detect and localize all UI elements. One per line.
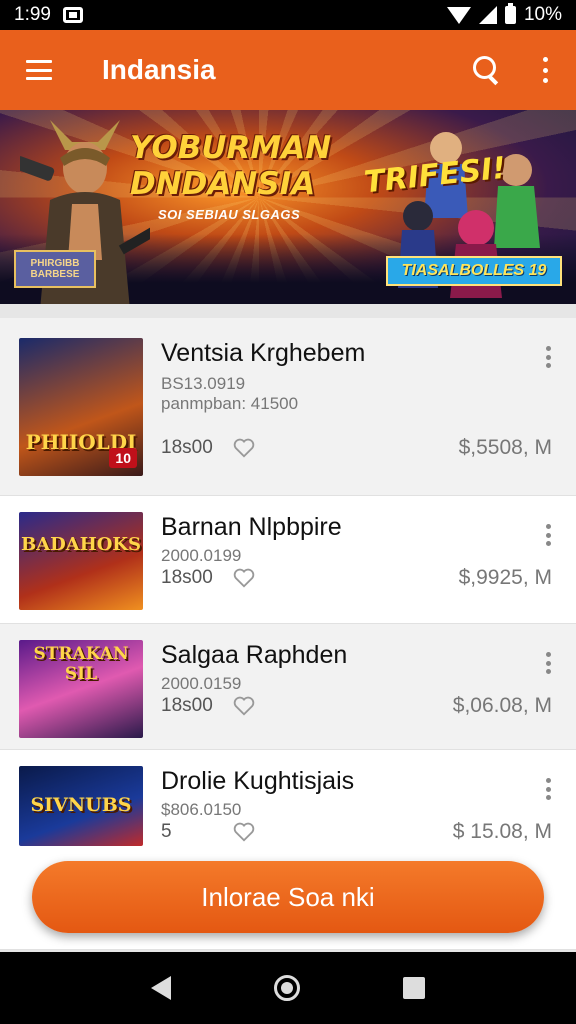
thumbnail-title: BADAHOKS — [20, 534, 142, 555]
item-footer: 18s00 $,9925, M — [161, 566, 552, 590]
item-name: Drolie Kughtisjais — [161, 767, 355, 795]
item-meta-line2: panmpban: 41500 — [161, 394, 299, 413]
heart-icon[interactable] — [233, 437, 255, 459]
item-meta: 2000.0199 — [161, 546, 576, 566]
item-footer: 18s00 $,5508, M — [161, 436, 552, 460]
app-bar: Indansia — [0, 30, 576, 110]
item-name: Ventsia Krghebem — [161, 339, 366, 367]
item-count: 18s00 — [161, 695, 213, 716]
menu-icon[interactable] — [26, 60, 52, 80]
signal-icon — [478, 6, 497, 24]
app-notification-icon — [62, 7, 83, 23]
list-item[interactable]: STRAKAN SIL Salgaa Raphden 2000.0159 18s… — [0, 624, 576, 750]
item-price: $,5508, M — [458, 436, 552, 459]
item-count: 18s00 — [161, 567, 213, 588]
item-count: 18s00 — [161, 437, 213, 458]
status-bar: 1:99 10% — [0, 0, 576, 30]
battery-level: 10% — [523, 4, 562, 25]
more-options-icon[interactable] — [540, 57, 550, 83]
item-meta: BS13.0919 panmpban: 41500 — [161, 374, 576, 414]
item-info: Ventsia Krghebem BS13.0919 panmpban: 415… — [161, 338, 576, 495]
item-info: Barnan Nlpbpire 2000.0199 18s00 $,9925, … — [161, 512, 576, 623]
item-more-icon[interactable] — [546, 778, 552, 800]
item-info: Salgaa Raphden 2000.0159 18s00 $,06.08, … — [161, 640, 576, 749]
game-thumbnail: STRAKAN SIL — [19, 640, 143, 738]
banner-badge: TIASALBOLLES 19 — [386, 256, 562, 286]
headline-line2: DNDANSIA — [130, 166, 316, 202]
item-footer: 5 $ 15.08, M — [161, 820, 552, 844]
game-thumbnail: BADAHOKS — [19, 512, 143, 610]
thumbnail-title: STRAKAN SIL — [33, 644, 129, 684]
wifi-icon — [446, 6, 471, 24]
home-icon[interactable] — [273, 975, 300, 1001]
banner-side-label: PHIRGIBB BARBESE — [14, 250, 96, 288]
search-icon[interactable] — [472, 55, 502, 85]
item-more-icon[interactable] — [546, 346, 552, 368]
game-thumbnail: SIVNUBS — [19, 766, 143, 846]
item-price: $,06.08, M — [452, 694, 552, 717]
primary-action-button[interactable]: Inlorae Soa nki — [32, 861, 544, 933]
item-more-icon[interactable] — [546, 524, 552, 546]
item-count: 5 — [161, 821, 172, 842]
item-footer: 18s00 $,06.08, M — [161, 694, 552, 718]
item-meta-line1: $806.0150 — [161, 800, 242, 819]
list-item[interactable]: PHIIOLDI 10 Ventsia Krghebem BS13.0919 p… — [0, 318, 576, 496]
banner-subtitle: SOI SEBIAU SLGAGS — [158, 207, 301, 222]
recent-apps-icon[interactable] — [402, 977, 425, 999]
item-meta: 2000.0159 — [161, 674, 576, 694]
app-title: Indansia — [102, 54, 216, 85]
system-nav-bar — [0, 952, 576, 1024]
promo-banner[interactable]: YOBURMAN DNDANSIA SOI SEBIAU SLGAGS PHIR… — [0, 110, 576, 304]
item-meta: $806.0150 — [161, 800, 576, 820]
heart-icon[interactable] — [233, 567, 255, 589]
battery-icon — [504, 3, 516, 24]
item-meta-line1: 2000.0199 — [161, 546, 242, 565]
game-list: PHIIOLDI 10 Ventsia Krghebem BS13.0919 p… — [0, 304, 576, 952]
headline-line1: YOBURMAN — [130, 130, 332, 166]
thumbnail-badge: 10 — [109, 448, 137, 468]
item-price: $ 15.08, M — [452, 820, 552, 843]
banner-headline: YOBURMAN DNDANSIA — [130, 130, 340, 202]
item-name: Salgaa Raphden — [161, 641, 348, 669]
heart-icon[interactable] — [233, 821, 255, 843]
back-icon[interactable] — [151, 976, 172, 1000]
status-time: 1:99 — [14, 4, 51, 25]
heart-icon[interactable] — [233, 695, 255, 717]
item-name: Barnan Nlpbpire — [161, 513, 342, 541]
game-thumbnail: PHIIOLDI 10 — [19, 338, 143, 476]
item-meta-line1: 2000.0159 — [161, 674, 242, 693]
item-price: $,9925, M — [458, 566, 552, 589]
thumbnail-title: SIVNUBS — [30, 794, 132, 816]
item-more-icon[interactable] — [546, 652, 552, 674]
item-meta-line1: BS13.0919 — [161, 374, 246, 393]
list-item[interactable]: BADAHOKS Barnan Nlpbpire 2000.0199 18s00… — [0, 496, 576, 624]
